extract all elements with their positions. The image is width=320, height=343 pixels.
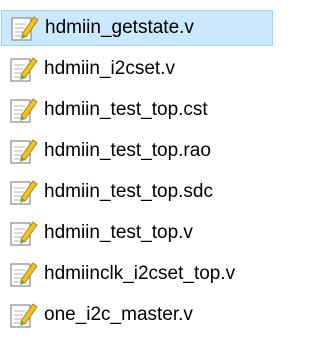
file-name: hdmiin_test_top.v bbox=[44, 222, 193, 243]
file-name: one_i2c_master.v bbox=[44, 304, 193, 325]
file-name: hdmiin_i2cset.v bbox=[44, 58, 175, 79]
file-name: hdmiinclk_i2cset_top.v bbox=[44, 263, 236, 284]
file-item-one-i2c-master[interactable]: one_i2c_master.v bbox=[0, 297, 316, 333]
file-item-hdmiin-i2cset[interactable]: hdmiin_i2cset.v bbox=[0, 51, 316, 87]
file-item-hdmiin-test-top-v[interactable]: hdmiin_test_top.v bbox=[0, 215, 316, 251]
text-file-pencil-icon bbox=[10, 180, 38, 205]
text-file-pencil-icon bbox=[10, 57, 38, 82]
text-file-pencil-icon bbox=[10, 262, 38, 287]
file-list: hdmiin_getstate.v hdmiin_i2cset.v hdmiin… bbox=[0, 0, 316, 343]
text-file-pencil-icon bbox=[11, 16, 39, 41]
file-item-hdmiin-getstate[interactable]: hdmiin_getstate.v bbox=[1, 10, 273, 46]
text-file-pencil-icon bbox=[10, 303, 38, 328]
file-name: hdmiin_getstate.v bbox=[45, 17, 194, 38]
text-file-pencil-icon bbox=[10, 98, 38, 123]
file-item-hdmiinclk-i2cset-top[interactable]: hdmiinclk_i2cset_top.v bbox=[0, 256, 316, 292]
file-item-hdmiin-test-top-cst[interactable]: hdmiin_test_top.cst bbox=[0, 92, 316, 128]
file-name: hdmiin_test_top.sdc bbox=[44, 181, 213, 202]
file-name: hdmiin_test_top.rao bbox=[44, 140, 211, 161]
file-item-hdmiin-test-top-sdc[interactable]: hdmiin_test_top.sdc bbox=[0, 174, 316, 210]
file-name: hdmiin_test_top.cst bbox=[44, 99, 208, 120]
text-file-pencil-icon bbox=[10, 221, 38, 246]
text-file-pencil-icon bbox=[10, 139, 38, 164]
file-item-hdmiin-test-top-rao[interactable]: hdmiin_test_top.rao bbox=[0, 133, 316, 169]
